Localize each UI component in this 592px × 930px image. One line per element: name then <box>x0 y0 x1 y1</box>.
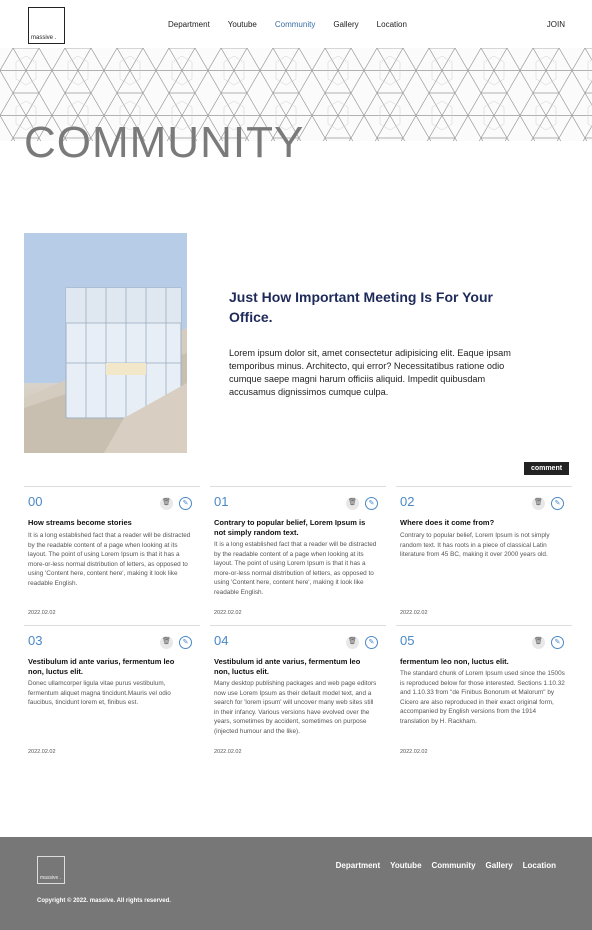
post-excerpt: Donec ullamcorper ligula vitae purus ves… <box>28 680 171 707</box>
nav-youtube[interactable]: Youtube <box>228 20 257 29</box>
post-number: 01 <box>214 494 229 509</box>
post-excerpt: It is a long established fact that a rea… <box>214 541 377 596</box>
post-date: 2022.02.02 <box>400 749 428 755</box>
footer-logo[interactable]: massive . <box>37 856 65 884</box>
main-nav: Department Youtube Community Gallery Loc… <box>168 20 425 29</box>
trash-icon[interactable]: 🗑 <box>160 636 173 649</box>
building-illustration <box>24 233 187 453</box>
feature-body: Lorem ipsum dolor sit, amet consectetur … <box>229 348 511 397</box>
post-card[interactable]: 05 🗑 ✎ fermentum leo non, luctus elit. T… <box>396 625 572 759</box>
post-title: Where does it come from? <box>400 518 495 527</box>
copyright: Copyright © 2022. massive. All rights re… <box>37 898 171 904</box>
post-number: 02 <box>400 494 415 509</box>
trash-icon[interactable]: 🗑 <box>346 497 359 510</box>
footer-nav-department[interactable]: Department <box>336 861 380 870</box>
post-card[interactable]: 03 🗑 ✎ Vestibulum id ante varius, fermen… <box>24 625 200 759</box>
feature-image <box>24 233 187 453</box>
post-date: 2022.02.02 <box>400 610 428 616</box>
post-date: 2022.02.02 <box>214 749 242 755</box>
post-number: 04 <box>214 633 229 648</box>
post-title: How streams become stories <box>28 518 132 527</box>
post-excerpt: Many desktop publishing packages and web… <box>214 680 377 735</box>
footer-nav-youtube[interactable]: Youtube <box>390 861 421 870</box>
post-title: fermentum leo non, luctus elit. <box>400 657 509 666</box>
logo[interactable]: massive . <box>28 7 65 44</box>
post-number: 03 <box>28 633 43 648</box>
trash-icon[interactable]: 🗑 <box>532 636 545 649</box>
footer-nav: Department Youtube Community Gallery Loc… <box>326 861 556 870</box>
post-title: Vestibulum id ante varius, fermentum leo… <box>214 657 361 676</box>
join-link[interactable]: JOIN <box>547 20 565 29</box>
post-number: 00 <box>28 494 43 509</box>
logo-text: massive . <box>31 35 57 41</box>
footer-logo-text: massive . <box>40 875 62 881</box>
footer-nav-community[interactable]: Community <box>432 861 476 870</box>
post-excerpt: Contrary to popular belief, Lorem Ipsum … <box>400 532 550 559</box>
post-card[interactable]: 02 🗑 ✎ Where does it come from? Contrary… <box>396 486 572 620</box>
nav-community[interactable]: Community <box>275 20 315 29</box>
pencil-icon[interactable]: ✎ <box>365 636 378 649</box>
post-title: Contrary to popular belief, Lorem Ipsum … <box>214 518 366 537</box>
post-excerpt: It is a long established fact that a rea… <box>28 532 191 587</box>
footer-nav-gallery[interactable]: Gallery <box>486 861 513 870</box>
trash-icon[interactable]: 🗑 <box>160 497 173 510</box>
post-card[interactable]: 00 🗑 ✎ How streams become stories It is … <box>24 486 200 620</box>
post-excerpt: The standard chunk of Lorem Ipsum used s… <box>400 670 565 725</box>
post-date: 2022.02.02 <box>28 610 56 616</box>
post-card[interactable]: 04 🗑 ✎ Vestibulum id ante varius, fermen… <box>210 625 386 759</box>
pencil-icon[interactable]: ✎ <box>551 636 564 649</box>
pencil-icon[interactable]: ✎ <box>551 497 564 510</box>
pencil-icon[interactable]: ✎ <box>179 497 192 510</box>
pencil-icon[interactable]: ✎ <box>179 636 192 649</box>
site-header: massive . Department Youtube Community G… <box>0 0 592 48</box>
post-date: 2022.02.02 <box>214 610 242 616</box>
footer-nav-location[interactable]: Location <box>523 861 556 870</box>
feature-title: Just How Important Meeting Is For Your O… <box>229 289 493 325</box>
page-title: COMMUNITY <box>24 118 305 167</box>
nav-gallery[interactable]: Gallery <box>333 20 358 29</box>
post-title: Vestibulum id ante varius, fermentum leo… <box>28 657 175 676</box>
trash-icon[interactable]: 🗑 <box>346 636 359 649</box>
site-footer: massive . Department Youtube Community G… <box>0 837 592 930</box>
post-date: 2022.02.02 <box>28 749 56 755</box>
nav-department[interactable]: Department <box>168 20 210 29</box>
nav-location[interactable]: Location <box>377 20 407 29</box>
post-number: 05 <box>400 633 415 648</box>
comment-button[interactable]: comment <box>524 462 569 475</box>
trash-icon[interactable]: 🗑 <box>532 497 545 510</box>
post-card[interactable]: 01 🗑 ✎ Contrary to popular belief, Lorem… <box>210 486 386 620</box>
pencil-icon[interactable]: ✎ <box>365 497 378 510</box>
